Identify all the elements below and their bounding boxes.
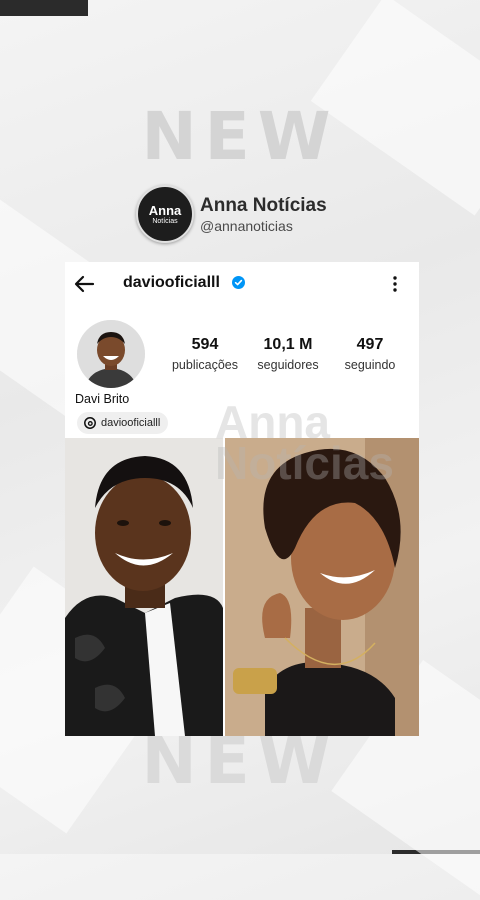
stat-following[interactable]: 497 seguindo bbox=[325, 336, 415, 372]
stat-posts[interactable]: 594 publicações bbox=[160, 336, 250, 372]
more-vertical-icon[interactable] bbox=[383, 272, 407, 296]
profile-display-name: Davi Brito bbox=[75, 392, 130, 406]
instagram-profile-card: daviooficialll 594 publicações 10,1 M se… bbox=[65, 262, 419, 736]
brand-handle: @annanoticias bbox=[200, 217, 293, 234]
brand-logo-line2: Notícias bbox=[152, 217, 178, 225]
brand-name: Anna Notícias bbox=[200, 194, 327, 216]
profile-username: daviooficialll bbox=[123, 274, 220, 291]
threads-link[interactable]: daviooficialll bbox=[77, 412, 169, 434]
post-photo-left[interactable] bbox=[65, 438, 223, 736]
stat-posts-value: 594 bbox=[191, 336, 219, 353]
stat-following-value: 497 bbox=[356, 336, 384, 353]
back-arrow-icon[interactable] bbox=[71, 270, 99, 298]
brand-header: Anna Notícias Anna Notícias @annanoticia… bbox=[136, 185, 327, 243]
verified-badge-icon bbox=[232, 276, 245, 289]
post-photo-right[interactable] bbox=[225, 438, 419, 736]
profile-top-bar: daviooficialll bbox=[65, 262, 419, 306]
profile-avatar[interactable] bbox=[77, 320, 145, 388]
stat-followers[interactable]: 10,1 M seguidores bbox=[243, 336, 333, 372]
new-watermark-top: NEW bbox=[141, 98, 339, 175]
threads-icon bbox=[83, 416, 97, 430]
stat-followers-value: 10,1 M bbox=[263, 336, 313, 353]
stat-followers-label: seguidores bbox=[257, 358, 319, 372]
stat-following-label: seguindo bbox=[344, 358, 396, 372]
brand-logo-line1: Anna bbox=[148, 202, 182, 218]
threads-handle: daviooficialll bbox=[101, 417, 161, 429]
brand-logo: Anna Notícias bbox=[136, 185, 194, 243]
corner-bar bbox=[0, 0, 88, 16]
stat-posts-label: publicações bbox=[171, 358, 238, 372]
